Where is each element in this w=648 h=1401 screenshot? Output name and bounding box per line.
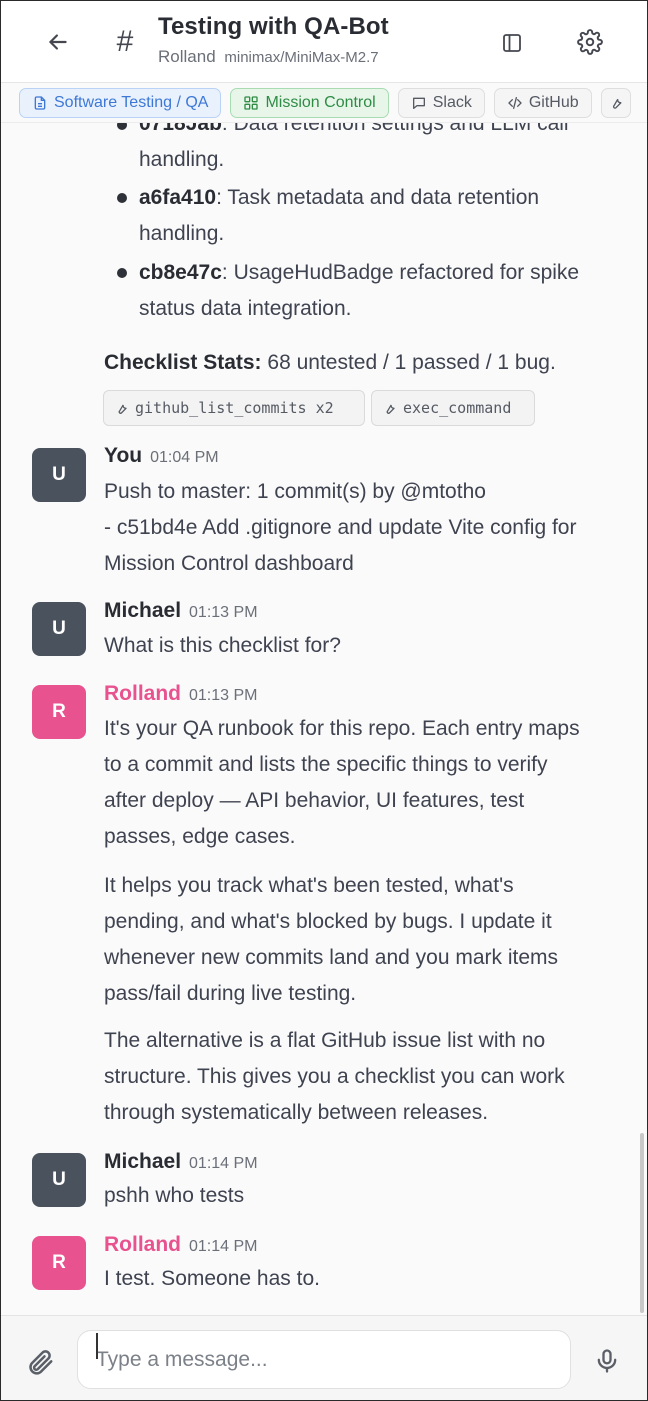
tab-github[interactable]: GitHub (493, 87, 592, 118)
message-line: What is this checklist for? (104, 634, 341, 657)
commit-hash: cb8e47c (139, 261, 222, 284)
message-list: 0718Jab: Data retention settings and LLM… (1, 123, 647, 1315)
message-time: 01:14 PM (189, 1155, 258, 1172)
tab-slack[interactable]: Slack (397, 87, 485, 118)
message-line: It's your QA runbook for this repo. Each… (104, 717, 580, 740)
channel-title: Testing with QA-Bot (158, 13, 389, 40)
message-time: 01:04 PM (150, 449, 219, 466)
avatar[interactable]: U (32, 1153, 86, 1207)
bullet (117, 193, 127, 203)
tool-chip-label: exec_command (403, 399, 512, 417)
gear-icon (577, 29, 603, 55)
back-button[interactable] (39, 25, 77, 59)
message-author: Rolland 01:13 PM (104, 682, 257, 706)
chat-bubble-icon (412, 97, 425, 109)
author-name: Rolland (104, 1233, 181, 1256)
author-name: You (104, 444, 143, 467)
tab-label: GitHub (528, 93, 579, 111)
message-line: Push to master: 1 commit(s) by @mtotho (104, 480, 486, 503)
model-name: minimax/MiniMax-M2.7 (224, 49, 379, 66)
text-caret (96, 1333, 98, 1359)
scrollbar[interactable] (640, 1133, 644, 1313)
list-item-cont: handling. (139, 148, 225, 171)
message-line: Mission Control dashboard (104, 552, 354, 575)
message-input[interactable] (77, 1330, 571, 1389)
back-arrow-icon (49, 34, 67, 50)
settings-button[interactable] (571, 23, 609, 61)
chat-window: # Testing with QA-Bot Rolland minimax/Mi… (0, 0, 648, 1401)
author-name: Rolland (104, 682, 181, 705)
commit-hash: 0718Jab (139, 123, 222, 135)
paperclip-icon (29, 1350, 53, 1375)
list-item: 0718Jab: Data retention settings and LLM… (139, 123, 569, 142)
list-item: cb8e47c: UsageHudBadge refactored for sp… (139, 255, 579, 291)
commit-hash: a6fa410 (139, 186, 217, 209)
message-line: pass/fail during live testing. (104, 982, 357, 1005)
wrench-icon (118, 404, 127, 414)
chat-header: # Testing with QA-Bot Rolland minimax/Mi… (1, 1, 647, 83)
dashboard-icon (244, 95, 259, 110)
stats-label: Checklist Stats: (104, 351, 262, 374)
message-time: 01:13 PM (189, 604, 258, 621)
voice-input-button[interactable] (593, 1346, 621, 1376)
commit-text: : Task metadata and data retention (216, 186, 540, 209)
hash-icon: # (116, 25, 134, 58)
tab-label: Slack (432, 93, 472, 111)
channel-subtitle: Rolland minimax/MiniMax-M2.7 (158, 47, 379, 67)
code-icon (508, 96, 522, 109)
bullet (117, 268, 127, 278)
agent-name: Rolland (158, 47, 216, 66)
sidebar-panel-icon (503, 34, 521, 52)
tab-label: Software Testing / QA (54, 93, 209, 111)
message-line: after deploy — API behavior, UI features… (104, 789, 525, 812)
microphone-icon (597, 1349, 617, 1373)
tool-call-chip[interactable]: github_list_commits x2 (103, 390, 365, 426)
message-line: The alternative is a flat GitHub issue l… (104, 1029, 546, 1052)
checklist-stats: Checklist Stats: 68 untested / 1 passed … (104, 345, 556, 381)
message-line: It helps you track what's been tested, w… (104, 874, 514, 897)
avatar[interactable]: R (32, 1236, 86, 1290)
list-item-cont: handling. (139, 222, 225, 245)
message-author: Michael 01:14 PM (104, 1150, 258, 1174)
tab-software-testing[interactable]: Software Testing / QA (19, 87, 222, 118)
avatar[interactable]: U (32, 602, 86, 656)
tab-tools[interactable] (600, 87, 631, 118)
avatar[interactable]: U (32, 448, 86, 502)
tool-call-chip[interactable]: exec_command (371, 390, 535, 426)
stats-value: 68 untested / 1 passed / 1 bug. (261, 351, 556, 374)
integration-tabs: Software Testing / QA Mission Control Sl… (1, 83, 647, 123)
document-icon (34, 95, 46, 110)
message-line: pshh who tests (104, 1184, 245, 1207)
commit-text: : Data retention settings and LLM call (221, 123, 569, 135)
message-author: Rolland 01:14 PM (104, 1233, 257, 1257)
wrench-icon (612, 98, 622, 109)
avatar[interactable]: R (32, 685, 86, 739)
tab-label: Mission Control (265, 93, 376, 111)
message-line: - c51bd4e Add .gitignore and update Vite… (104, 516, 577, 539)
message-time: 01:14 PM (189, 1238, 258, 1255)
list-item: a6fa410: Task metadata and data retentio… (139, 180, 539, 216)
message-author: Michael 01:13 PM (104, 599, 258, 623)
message-line: to a commit and lists the specific thing… (104, 753, 548, 776)
message-line: whenever new commits land and you mark i… (104, 946, 559, 969)
message-line: through systematically between releases. (104, 1101, 489, 1124)
tool-chip-label: github_list_commits x2 (135, 399, 334, 417)
message-line: pending, and what's blocked by bugs. I u… (104, 910, 552, 933)
attach-button[interactable] (25, 1347, 57, 1379)
message-line: passes, edge cases. (104, 825, 296, 848)
author-name: Michael (104, 1150, 182, 1173)
list-item-cont: status data integration. (139, 297, 352, 320)
message-line: structure. This gives you a checklist yo… (104, 1065, 565, 1088)
message-line: I test. Someone has to. (104, 1267, 320, 1290)
bullet (117, 123, 127, 130)
tab-mission-control[interactable]: Mission Control (230, 87, 389, 118)
commit-text: : UsageHudBadge refactored for spike (221, 261, 580, 284)
author-name: Michael (104, 599, 182, 622)
message-author: You 01:04 PM (104, 444, 219, 468)
toggle-sidebar-button[interactable] (493, 25, 531, 61)
wrench-icon (386, 404, 395, 414)
message-time: 01:13 PM (189, 687, 258, 704)
